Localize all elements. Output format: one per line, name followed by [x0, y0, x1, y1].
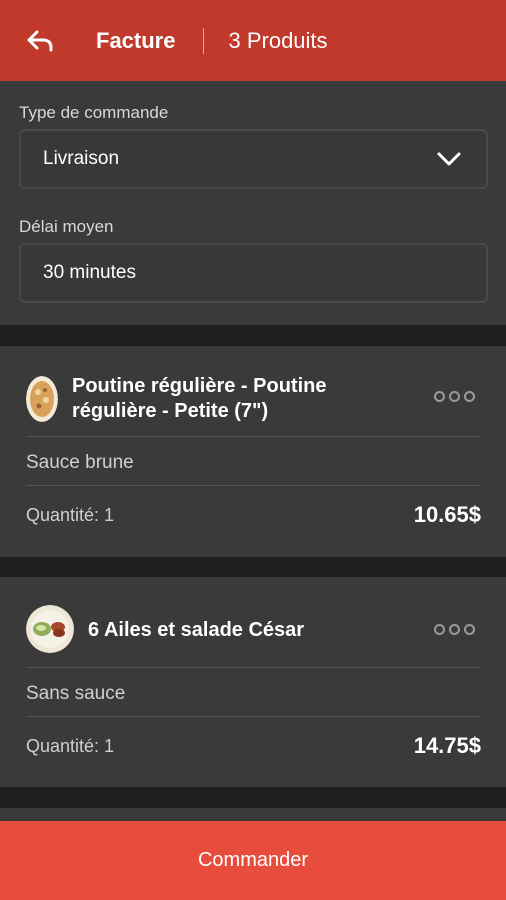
order-type-select[interactable]: Livraison [19, 129, 488, 189]
delay-value: 30 minutes [43, 262, 136, 283]
poutine-thumbnail [26, 376, 58, 422]
item-quantity: Quantité: 1 [26, 505, 115, 525]
order-options-section: Type de commande Livraison Délai moyen 3… [0, 81, 506, 325]
more-options-icon[interactable] [434, 391, 475, 402]
page-title: Facture [96, 27, 176, 53]
divider [26, 716, 481, 717]
cart-item: 6 Ailes et salade César Sans sauce Quant… [0, 577, 506, 787]
item-price: 10.65$ [413, 502, 481, 527]
item-quantity: Quantité: 1 [26, 736, 115, 756]
item-price: 14.75$ [413, 733, 481, 758]
item-title: Poutine régulière - Poutine régulière - … [72, 375, 327, 422]
back-button[interactable] [0, 0, 80, 81]
item-option: Sauce brune [26, 452, 134, 473]
order-type-value: Livraison [43, 148, 120, 169]
cart-item: Poutine régulière - Poutine régulière - … [0, 346, 506, 557]
delay-field: 30 minutes [19, 243, 488, 303]
delay-label: Délai moyen [19, 217, 114, 236]
divider [26, 485, 481, 486]
item-title: 6 Ailes et salade César [88, 619, 305, 641]
header-divider [203, 27, 205, 54]
item-option: Sans sauce [26, 683, 126, 704]
chevron-down-icon [437, 152, 461, 166]
wings-salad-thumbnail [26, 605, 74, 653]
more-options-icon[interactable] [434, 624, 475, 635]
divider [26, 436, 481, 437]
order-type-label: Type de commande [19, 103, 169, 122]
top-app-bar: Facture 3 Produits [0, 0, 506, 81]
product-count: 3 Produits [228, 27, 328, 53]
order-button[interactable]: Commander [0, 821, 506, 900]
divider [26, 667, 481, 668]
back-arrow-icon [27, 30, 53, 51]
